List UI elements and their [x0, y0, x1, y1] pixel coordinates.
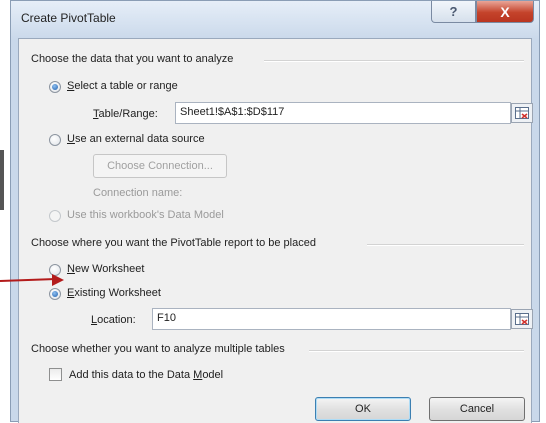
- window-edge: [0, 150, 4, 210]
- multiple-tables-section-label: Choose whether you want to analyze multi…: [31, 343, 285, 355]
- table-range-label: Table/Range:: [93, 108, 158, 120]
- add-to-data-model-label[interactable]: Add this data to the Data Model: [69, 369, 223, 381]
- external-source-label[interactable]: Use an external data source: [67, 133, 205, 145]
- location-input[interactable]: F10: [152, 308, 511, 330]
- create-pivottable-dialog: Create PivotTable ? X Choose the data th…: [10, 0, 540, 423]
- cancel-button[interactable]: Cancel: [429, 397, 525, 421]
- range-selector-icon: [515, 107, 529, 119]
- dialog-body: Choose the data that you want to analyze…: [18, 38, 533, 423]
- existing-worksheet-label[interactable]: Existing Worksheet: [67, 287, 161, 299]
- data-model-radio[interactable]: [49, 210, 61, 222]
- title-bar: Create PivotTable ? X: [11, 1, 539, 37]
- help-icon: ?: [449, 4, 458, 19]
- add-to-data-model-checkbox[interactable]: [49, 368, 62, 381]
- select-range-radio[interactable]: [49, 81, 61, 93]
- table-range-input[interactable]: Sheet1!$A$1:$D$117: [175, 102, 511, 124]
- choose-connection-button[interactable]: Choose Connection...: [93, 154, 227, 178]
- select-range-label[interactable]: Select a table or range: [67, 80, 178, 92]
- connection-name-label: Connection name:: [93, 187, 183, 199]
- dialog-title: Create PivotTable: [21, 11, 116, 25]
- help-button[interactable]: ?: [431, 1, 476, 23]
- separator: [309, 350, 524, 352]
- location-label: Location:: [91, 314, 136, 326]
- close-button[interactable]: X: [476, 1, 534, 23]
- close-icon: X: [500, 3, 510, 20]
- data-section-label: Choose the data that you want to analyze: [31, 53, 234, 65]
- table-range-collapse-button[interactable]: [511, 103, 533, 123]
- range-selector-icon: [515, 313, 529, 325]
- location-collapse-button[interactable]: [511, 309, 533, 329]
- placement-section-label: Choose where you want the PivotTable rep…: [31, 237, 316, 249]
- annotation-arrow-head: [52, 274, 64, 286]
- existing-worksheet-radio[interactable]: [49, 288, 61, 300]
- separator: [367, 244, 524, 246]
- new-worksheet-label[interactable]: New Worksheet: [67, 263, 144, 275]
- ok-button[interactable]: OK: [315, 397, 411, 421]
- external-source-radio[interactable]: [49, 134, 61, 146]
- separator: [264, 60, 524, 62]
- data-model-label: Use this workbook's Data Model: [67, 209, 224, 221]
